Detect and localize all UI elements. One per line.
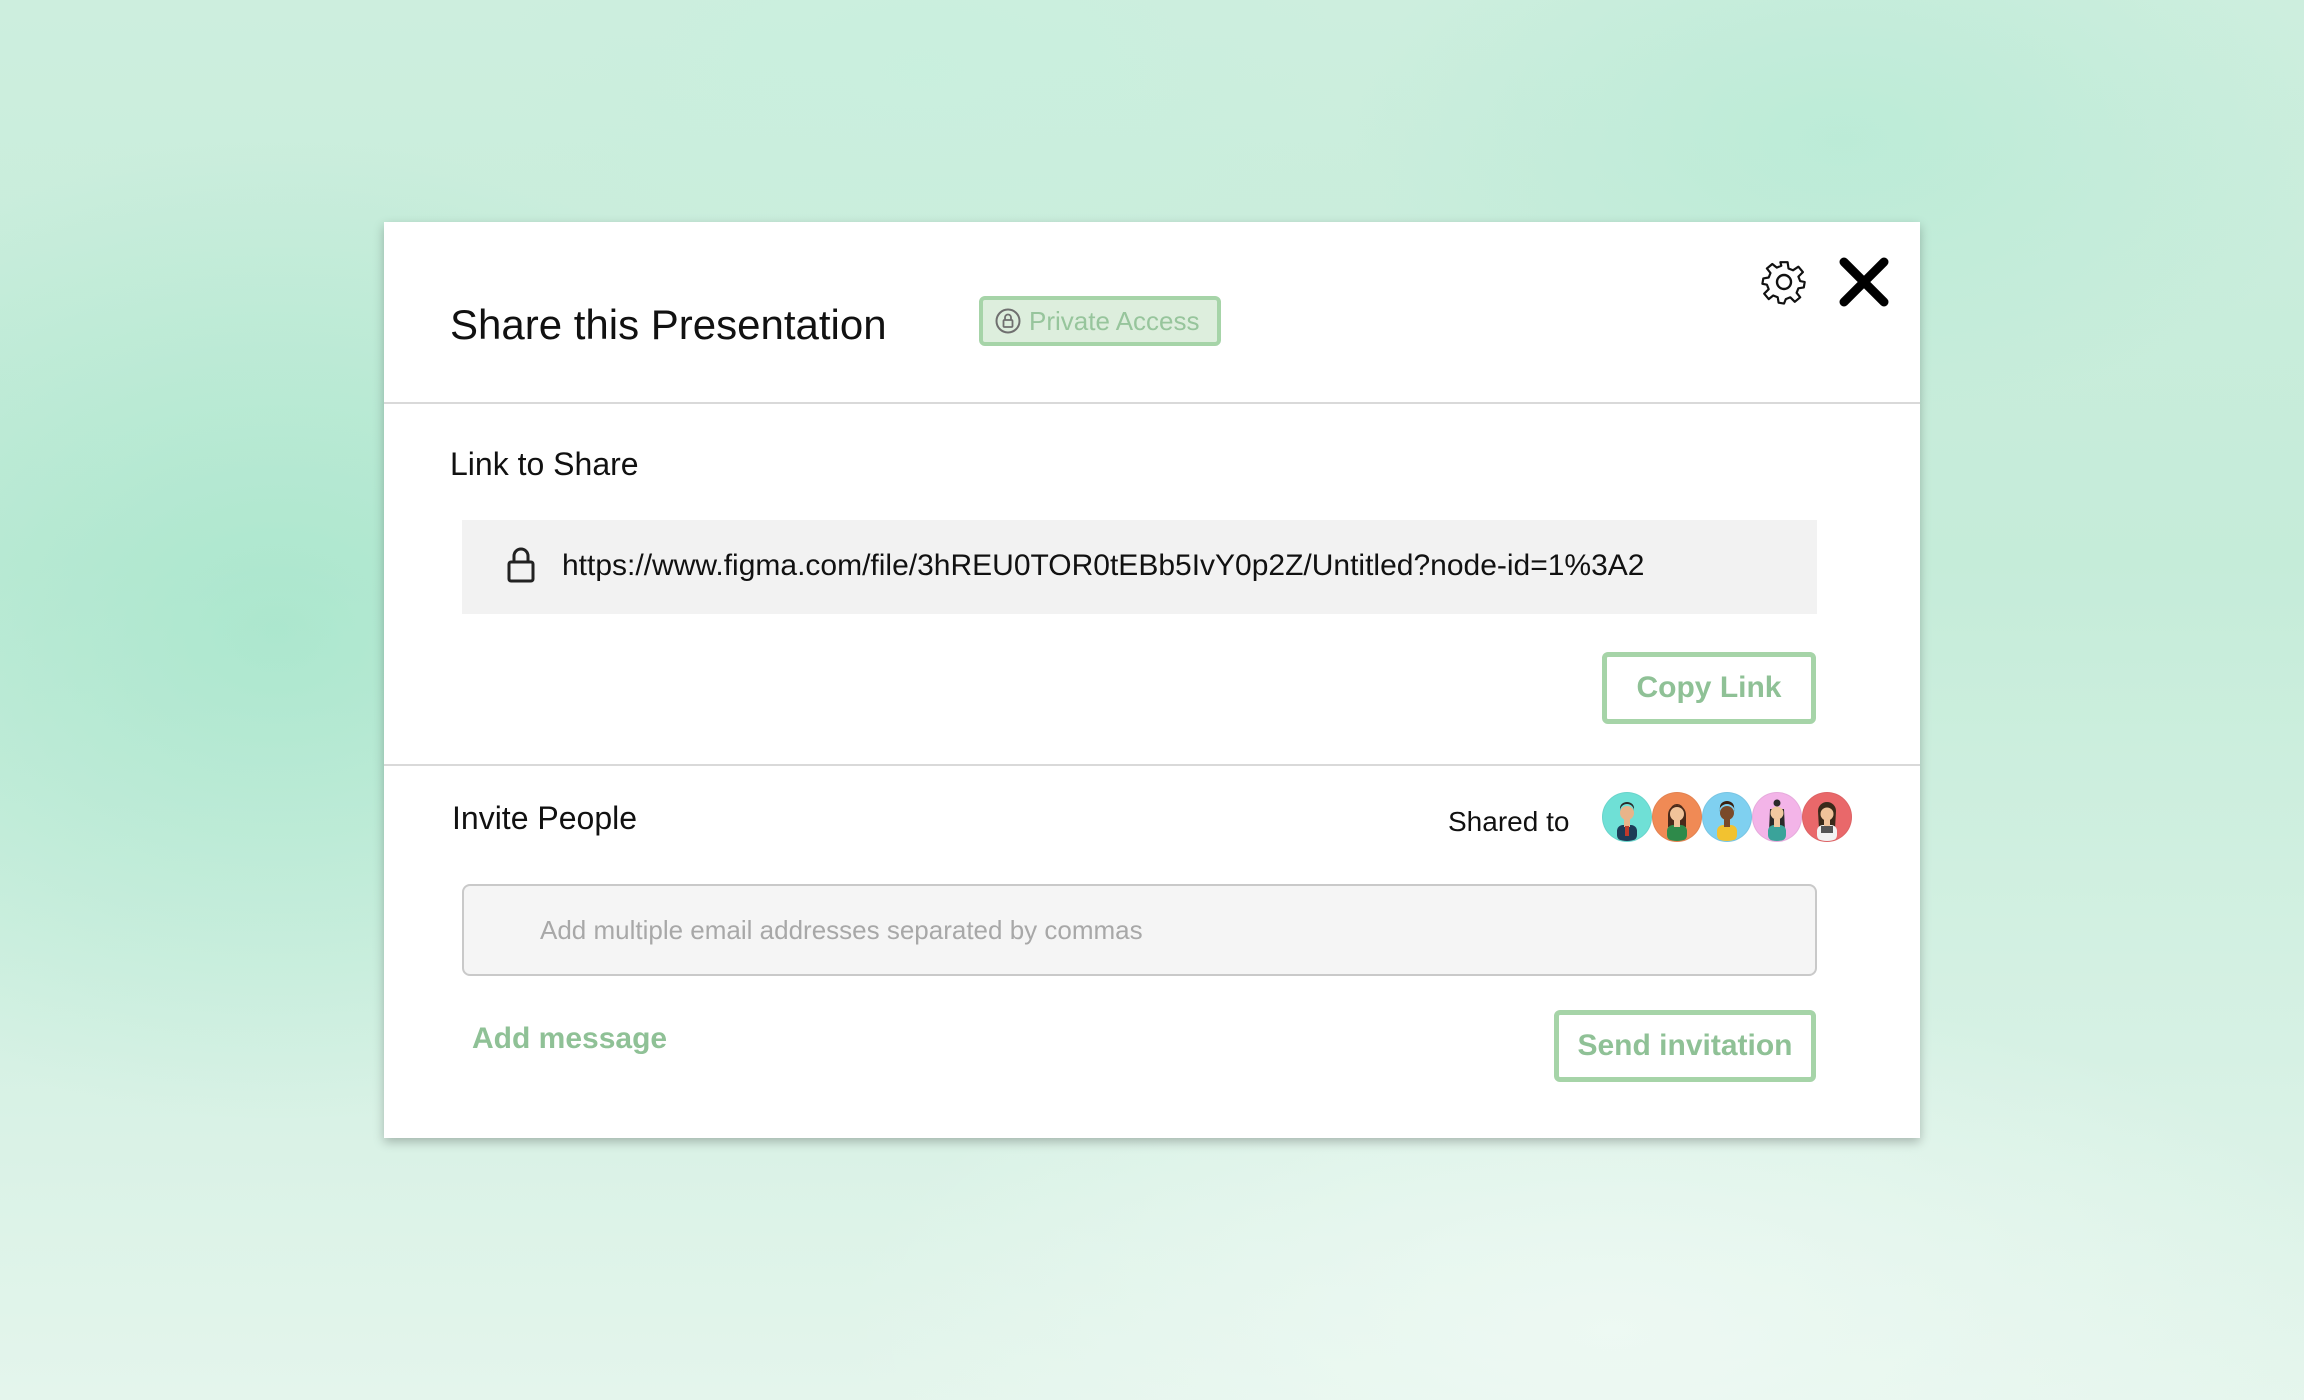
add-message-link[interactable]: Add message — [472, 1022, 667, 1056]
lock-icon — [506, 546, 536, 584]
avatar[interactable] — [1702, 792, 1752, 842]
lock-circle-icon — [995, 308, 1021, 334]
avatar[interactable] — [1602, 792, 1652, 842]
dialog-header: Share this Presentation Private Access — [384, 222, 1920, 404]
copy-link-button[interactable]: Copy Link — [1602, 652, 1816, 724]
shared-avatars — [1602, 792, 1852, 844]
avatar[interactable] — [1752, 792, 1802, 842]
share-link-field[interactable]: https://www.figma.com/file/3hREU0TOR0tEB… — [462, 520, 1817, 614]
invite-section: Invite People Shared to Add multiple ema… — [384, 766, 1920, 1138]
link-section: Link to Share https://www.figma.com/file… — [384, 404, 1920, 766]
avatar[interactable] — [1802, 792, 1852, 842]
avatar[interactable] — [1652, 792, 1702, 842]
gear-icon[interactable] — [1758, 256, 1810, 308]
share-dialog: Share this Presentation Private Access L… — [384, 222, 1920, 1138]
private-access-label: Private Access — [1029, 305, 1200, 336]
dialog-title: Share this Presentation — [450, 301, 887, 348]
share-link-url[interactable]: https://www.figma.com/file/3hREU0TOR0tEB… — [562, 546, 1645, 586]
close-icon[interactable] — [1838, 256, 1890, 308]
private-access-badge[interactable]: Private Access — [979, 296, 1221, 346]
email-input[interactable] — [462, 884, 1817, 976]
send-invitation-button[interactable]: Send invitation — [1554, 1010, 1816, 1082]
invite-section-label: Invite People — [452, 800, 638, 836]
shared-to-label: Shared to — [1448, 806, 1570, 837]
link-section-label: Link to Share — [450, 446, 639, 482]
